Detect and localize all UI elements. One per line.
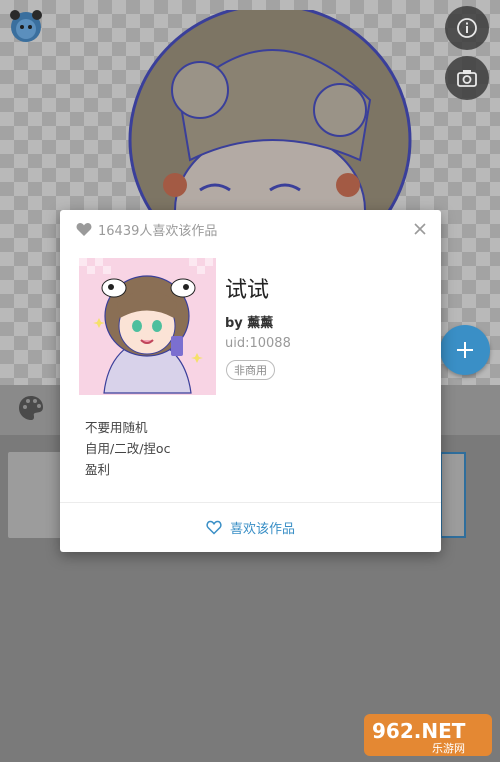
palette-icon[interactable] bbox=[16, 393, 46, 423]
license-badge: 非商用 bbox=[226, 360, 275, 380]
asset-thumbnail-selected[interactable] bbox=[440, 452, 466, 538]
panda-logo-icon[interactable] bbox=[8, 8, 44, 44]
asset-thumbnail[interactable] bbox=[8, 452, 68, 538]
camera-button[interactable] bbox=[445, 56, 489, 100]
like-button[interactable]: 喜欢该作品 bbox=[60, 502, 441, 552]
camera-icon bbox=[457, 70, 477, 87]
close-icon bbox=[414, 223, 426, 235]
info-button[interactable] bbox=[445, 6, 489, 50]
dialog-header: 16439人喜欢该作品 bbox=[76, 218, 217, 240]
svg-text:乐游网: 乐游网 bbox=[432, 742, 465, 755]
author-name[interactable]: by 薰薰 bbox=[225, 312, 273, 331]
author-uid: uid:10088 bbox=[225, 336, 291, 351]
svg-text:962.NET: 962.NET bbox=[372, 719, 466, 743]
close-button[interactable] bbox=[411, 220, 429, 238]
heart-filled-icon bbox=[76, 222, 92, 236]
heart-outline-icon bbox=[206, 520, 222, 535]
watermark-logo: 962.NET 乐游网 bbox=[364, 714, 492, 756]
add-button[interactable] bbox=[440, 325, 490, 375]
info-icon bbox=[457, 18, 477, 38]
plus-icon bbox=[457, 342, 473, 358]
likes-count: 16439人喜欢该作品 bbox=[98, 223, 218, 239]
artwork-thumbnail[interactable] bbox=[79, 258, 216, 395]
work-description: 不要用随机 自用/二改/捏oc 盈利 bbox=[85, 417, 170, 480]
work-title: 试试 bbox=[225, 278, 270, 303]
description-line: 自用/二改/捏oc bbox=[85, 441, 171, 456]
like-button-label: 喜欢该作品 bbox=[229, 522, 295, 537]
work-detail-dialog: 16439人喜欢该作品 试试 by 薰薰 uid:10088 非商用 不要用随机… bbox=[60, 210, 441, 552]
description-line: 不要用随机 bbox=[85, 420, 148, 435]
description-line: 盈利 bbox=[85, 462, 111, 477]
